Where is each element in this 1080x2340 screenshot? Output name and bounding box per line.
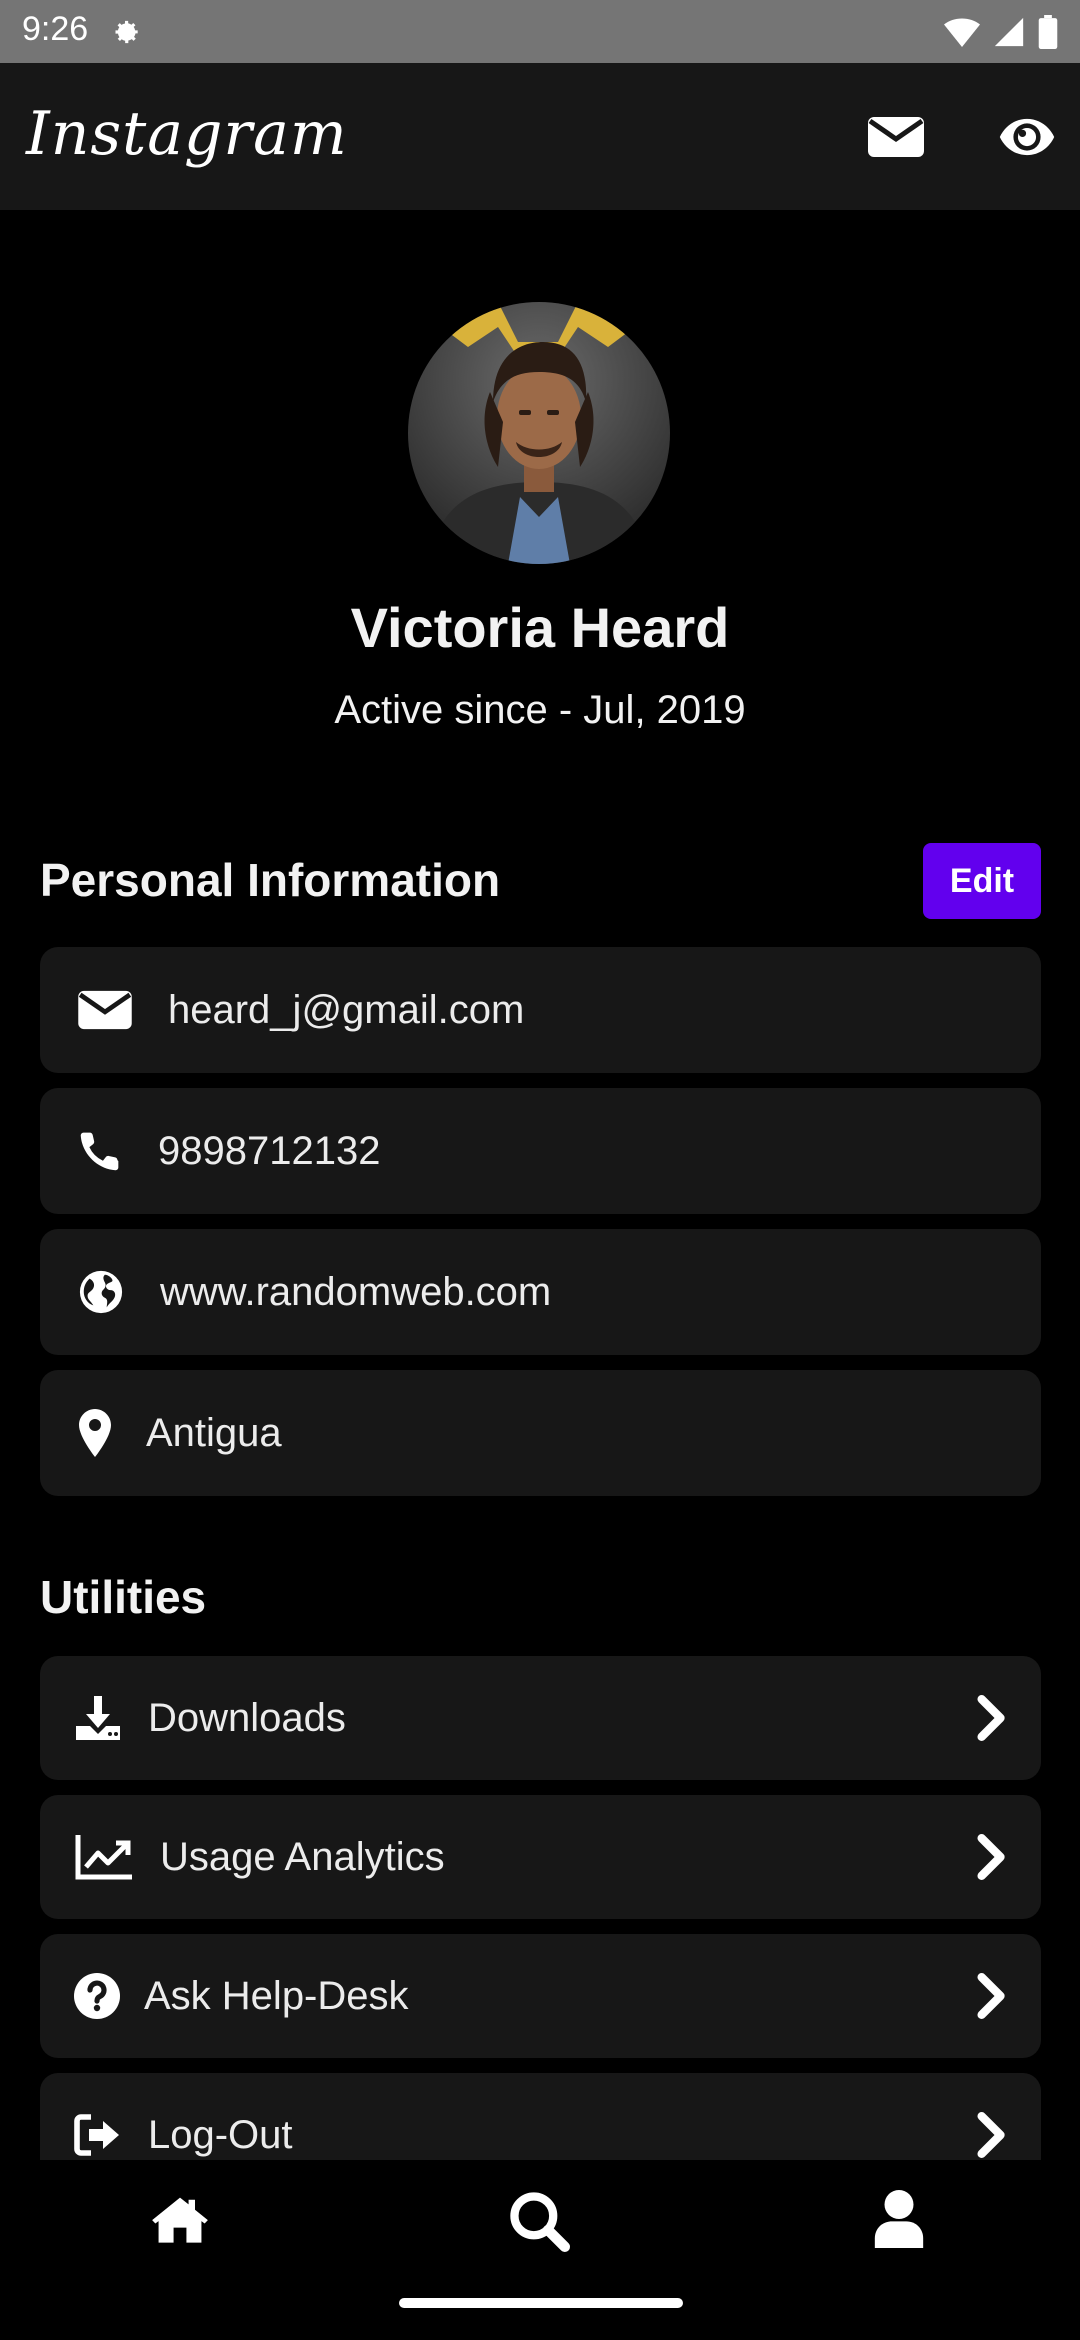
- info-card-phone[interactable]: 9898712132: [40, 1088, 1041, 1214]
- profile-active-since: Active since - Jul, 2019: [334, 688, 746, 732]
- info-card-website[interactable]: www.randomweb.com: [40, 1229, 1041, 1355]
- utility-usage-analytics[interactable]: Usage Analytics: [40, 1795, 1041, 1919]
- utility-ask-help-desk[interactable]: Ask Help-Desk: [40, 1934, 1041, 2058]
- utility-downloads-label: Downloads: [148, 1696, 346, 1740]
- question-circle-icon: [74, 1973, 120, 2019]
- eye-icon[interactable]: [998, 115, 1056, 159]
- info-location-text: Antigua: [146, 1411, 282, 1455]
- status-icons: [944, 14, 1058, 50]
- info-card-location[interactable]: Antigua: [40, 1370, 1041, 1496]
- personal-info-title: Personal Information: [40, 854, 501, 906]
- envelope-icon[interactable]: [868, 113, 924, 161]
- profile-avatar[interactable]: [408, 302, 670, 564]
- instagram-logo: Instagram: [26, 99, 348, 169]
- battery-icon: [1038, 15, 1058, 49]
- avatar-photo: [408, 302, 670, 564]
- signal-icon: [994, 17, 1024, 47]
- download-icon: [76, 1696, 120, 1740]
- info-phone-text: 9898712132: [158, 1129, 381, 1173]
- info-email-text: heard_j@gmail.com: [168, 988, 525, 1032]
- status-bar: 9:26: [0, 0, 1080, 63]
- profile-name: Victoria Heard: [350, 596, 730, 659]
- sign-out-icon: [74, 2114, 119, 2156]
- globe-icon: [79, 1270, 123, 1314]
- app-bar: Instagram: [0, 63, 1080, 210]
- info-website-text: www.randomweb.com: [160, 1270, 552, 1314]
- home-indicator[interactable]: [399, 2298, 683, 2308]
- envelope-icon: [78, 990, 132, 1030]
- utility-ask-help-desk-label: Ask Help-Desk: [144, 1974, 409, 2018]
- utility-usage-analytics-label: Usage Analytics: [160, 1835, 445, 1879]
- utility-downloads[interactable]: Downloads: [40, 1656, 1041, 1780]
- phone-icon: [80, 1132, 119, 1171]
- wifi-icon: [944, 18, 980, 47]
- map-pin-icon: [79, 1409, 111, 1457]
- home-icon[interactable]: [150, 2192, 210, 2246]
- status-time: 9:26: [22, 10, 89, 48]
- settings-gear-icon: [115, 20, 138, 44]
- user-icon[interactable]: [874, 2190, 924, 2248]
- chevron-right-icon: [977, 1973, 1005, 2019]
- bottom-navigation: [0, 2160, 1080, 2340]
- chevron-right-icon: [977, 2112, 1005, 2158]
- edit-button[interactable]: Edit: [923, 843, 1041, 919]
- search-icon[interactable]: [508, 2190, 570, 2252]
- info-card-email[interactable]: heard_j@gmail.com: [40, 947, 1041, 1073]
- utilities-title: Utilities: [40, 1571, 207, 1623]
- chevron-right-icon: [977, 1695, 1005, 1741]
- chart-line-icon: [75, 1835, 132, 1880]
- chevron-right-icon: [977, 1834, 1005, 1880]
